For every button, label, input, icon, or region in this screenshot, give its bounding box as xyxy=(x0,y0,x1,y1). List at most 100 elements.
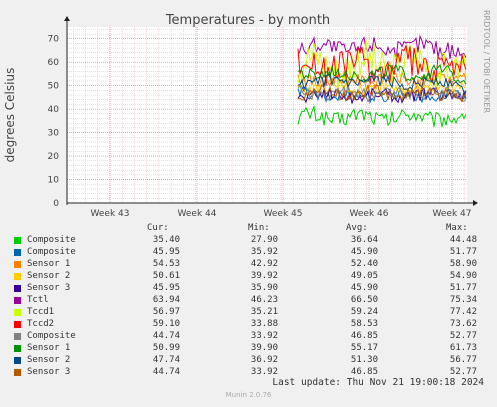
header-cur: Cur: xyxy=(147,223,169,233)
legend-value-avg: 52.40 xyxy=(350,259,378,269)
last-update: Last update: Thu Nov 21 19:00:18 2024 xyxy=(272,377,484,388)
legend-swatch xyxy=(14,357,21,364)
legend-series-name: Tctl xyxy=(27,295,49,305)
y-axis-label: degrees Celsius xyxy=(3,68,17,163)
legend-value-cur: 45.95 xyxy=(152,247,180,257)
header-min: Min: xyxy=(248,223,270,233)
legend-value-avg: 59.24 xyxy=(350,307,378,317)
x-tick-label: Week 45 xyxy=(264,209,303,219)
x-tick-label: Week 43 xyxy=(91,209,130,219)
legend-value-max: 54.90 xyxy=(449,271,477,281)
legend-swatch xyxy=(14,309,21,316)
legend-value-max: 77.42 xyxy=(449,307,477,317)
legend-value-avg: 55.17 xyxy=(350,343,378,353)
legend-value-avg: 51.30 xyxy=(350,355,378,365)
legend-value-max: 51.77 xyxy=(449,247,477,257)
x-tick-label: Week 46 xyxy=(350,209,389,219)
chart-title: Temperatures - by month xyxy=(165,13,330,28)
legend-value-max: 52.77 xyxy=(449,331,477,341)
legend-series-name: Composite xyxy=(27,331,76,341)
legend-value-cur: 50.61 xyxy=(152,271,180,281)
version-label: Munin 2.0.76 xyxy=(225,391,272,399)
y-tick-label: 70 xyxy=(48,35,60,45)
legend-series-name: Tccd1 xyxy=(27,307,55,317)
y-tick-label: 50 xyxy=(48,82,60,92)
legend-row: Composite 45.95 35.92 45.90 51.77 xyxy=(0,247,497,259)
legend-value-min: 33.92 xyxy=(250,367,278,377)
legend-series-name: Sensor 3 xyxy=(27,367,71,377)
legend-swatch xyxy=(14,273,21,280)
header-avg: Avg: xyxy=(346,223,368,233)
legend-swatch xyxy=(14,249,21,256)
legend-row: Composite 44.74 33.92 46.85 52.77 xyxy=(0,331,497,343)
x-tick-label: Week 47 xyxy=(433,209,472,219)
legend-swatch xyxy=(14,333,21,340)
legend-swatch xyxy=(14,345,21,352)
legend-value-min: 35.90 xyxy=(250,283,278,293)
legend-value-max: 58.90 xyxy=(449,259,477,269)
legend-value-cur: 59.10 xyxy=(152,319,180,329)
legend-value-min: 33.92 xyxy=(250,331,278,341)
legend-value-max: 56.77 xyxy=(449,355,477,365)
legend-value-cur: 56.97 xyxy=(152,307,180,317)
legend-value-max: 61.73 xyxy=(449,343,477,353)
legend-value-min: 35.21 xyxy=(250,307,278,317)
legend-value-max: 52.77 xyxy=(449,367,477,377)
legend-row: Sensor 3 45.95 35.90 45.90 51.77 xyxy=(0,283,497,295)
legend-value-min: 39.92 xyxy=(250,271,278,281)
legend-swatch xyxy=(14,285,21,292)
legend-row: Tccd2 59.10 33.88 58.53 73.62 xyxy=(0,319,497,331)
legend-series-name: Composite xyxy=(27,247,76,257)
legend-value-avg: 46.85 xyxy=(350,367,378,377)
legend-value-cur: 45.95 xyxy=(152,283,180,293)
legend-swatch xyxy=(14,321,21,328)
y-tick-label: 40 xyxy=(48,105,60,115)
legend-value-max: 44.48 xyxy=(449,235,477,245)
legend-series-name: Tccd2 xyxy=(27,319,55,329)
y-tick-label: 60 xyxy=(48,58,60,68)
y-tick-label: 0 xyxy=(53,199,59,209)
legend-value-avg: 66.50 xyxy=(350,295,378,305)
legend-value-max: 51.77 xyxy=(449,283,477,293)
legend-value-min: 35.92 xyxy=(250,247,278,257)
legend-value-min: 46.23 xyxy=(250,295,278,305)
legend-series-name: Sensor 1 xyxy=(27,259,71,269)
legend-value-avg: 45.90 xyxy=(350,283,378,293)
y-axis-arrow xyxy=(64,16,70,21)
legend-series-name: Composite xyxy=(27,235,76,245)
legend-value-cur: 50.99 xyxy=(152,343,180,353)
legend-swatch xyxy=(14,237,21,244)
x-axis-arrow xyxy=(473,200,478,206)
legend-value-min: 27.90 xyxy=(250,235,278,245)
legend-value-avg: 46.85 xyxy=(350,331,378,341)
legend-row: Tccd1 56.97 35.21 59.24 77.42 xyxy=(0,307,497,319)
legend-value-cur: 63.94 xyxy=(152,295,180,305)
legend-value-min: 42.92 xyxy=(250,259,278,269)
y-tick-label: 20 xyxy=(48,152,60,162)
legend-value-cur: 35.40 xyxy=(152,235,180,245)
legend-value-avg: 49.05 xyxy=(350,271,378,281)
legend-value-avg: 45.90 xyxy=(350,247,378,257)
y-tick-label: 30 xyxy=(48,129,60,139)
legend-row: Sensor 2 50.61 39.92 49.05 54.90 xyxy=(0,271,497,283)
legend-row: Sensor 1 54.53 42.92 52.40 58.90 xyxy=(0,259,497,271)
legend-swatch xyxy=(14,297,21,304)
header-max: Max: xyxy=(446,223,468,233)
legend-value-min: 33.88 xyxy=(250,319,278,329)
y-tick-label: 10 xyxy=(48,176,60,186)
legend-value-max: 75.34 xyxy=(449,295,477,305)
legend-series-name: Sensor 1 xyxy=(27,343,71,353)
legend-series-name: Sensor 2 xyxy=(27,271,71,281)
legend-value-cur: 47.74 xyxy=(152,355,180,365)
legend-value-min: 39.90 xyxy=(250,343,278,353)
legend-value-cur: 54.53 xyxy=(152,259,180,269)
legend-swatch xyxy=(14,261,21,268)
legend-value-avg: 58.53 xyxy=(350,319,378,329)
legend-series-name: Sensor 2 xyxy=(27,355,71,365)
legend-row: Sensor 1 50.99 39.90 55.17 61.73 xyxy=(0,343,497,355)
legend-value-max: 73.62 xyxy=(449,319,477,329)
legend-row: Sensor 2 47.74 36.92 51.30 56.77 xyxy=(0,355,497,367)
legend-value-avg: 36.64 xyxy=(350,235,378,245)
watermark: RRDTOOL / TOBI OETIKER xyxy=(482,10,491,113)
legend-series-name: Sensor 3 xyxy=(27,283,71,293)
